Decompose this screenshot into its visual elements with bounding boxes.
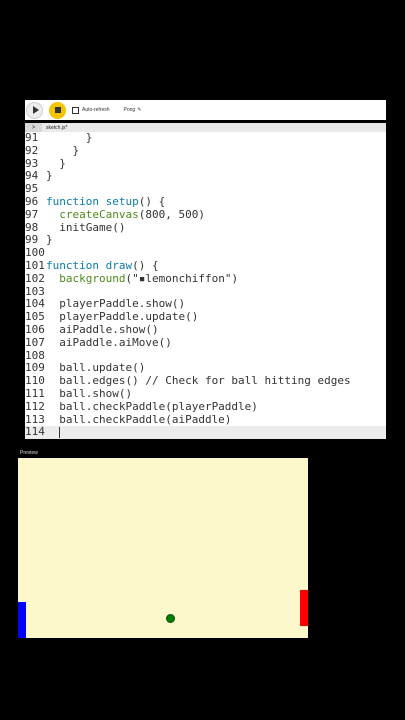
- line-number: 107: [25, 335, 45, 349]
- preview-canvas[interactable]: [18, 458, 308, 638]
- preview-label: Preview: [20, 450, 38, 456]
- code-line[interactable]: 97 createCanvas(800, 500): [25, 207, 386, 222]
- line-code: [46, 426, 61, 439]
- code-line[interactable]: 94}: [25, 170, 386, 183]
- line-code: aiPaddle.show(): [46, 322, 159, 336]
- text-cursor: [59, 426, 61, 438]
- code-line[interactable]: 107 aiPaddle.aiMove(): [25, 335, 386, 350]
- project-name-label: Pong: [123, 107, 136, 113]
- editor-toolbar: Auto-refresh Pong ✎: [25, 100, 386, 120]
- line-code: aiPaddle.aiMove(): [46, 335, 172, 349]
- line-number: 97: [25, 207, 39, 221]
- code-line[interactable]: 102 background("▪lemonchiffon"): [25, 271, 386, 286]
- code-line[interactable]: 113 ball.checkPaddle(aiPaddle): [25, 412, 386, 427]
- line-number: 92: [25, 143, 39, 157]
- code-line[interactable]: 99}: [25, 234, 386, 247]
- line-code: }: [46, 233, 53, 247]
- code-line[interactable]: 93 }: [25, 157, 386, 171]
- line-number: 106: [25, 322, 45, 336]
- line-code: }: [46, 143, 80, 157]
- stop-button[interactable]: [49, 101, 66, 119]
- ai-paddle: [300, 590, 308, 626]
- line-code: ball.checkPaddle(playerPaddle): [46, 399, 258, 413]
- code-line[interactable]: 98 initGame(): [25, 220, 386, 235]
- line-code: background("▪lemonchiffon"): [59, 271, 239, 285]
- code-editor[interactable]: 91 } 92 } 93 } 94} 95 96 function setup() {97 …: [25, 131, 386, 440]
- auto-refresh-label: Auto-refresh: [82, 107, 110, 113]
- code-line[interactable]: 112 ball.checkPaddle(playerPaddle): [25, 399, 386, 414]
- project-name[interactable]: Pong ✎: [124, 107, 142, 113]
- line-number: 102: [25, 271, 45, 285]
- line-code: }: [46, 169, 53, 183]
- line-number: 112: [25, 399, 45, 413]
- line-code: createCanvas(800, 500): [59, 207, 205, 221]
- auto-refresh-checkbox[interactable]: [72, 106, 79, 114]
- line-number: 114: [25, 425, 45, 439]
- code-line[interactable]: 91 }: [25, 131, 386, 145]
- code-line[interactable]: 106 aiPaddle.show(): [25, 322, 386, 337]
- code-line[interactable]: 111 ball.show(): [25, 386, 386, 401]
- play-icon: [32, 106, 39, 114]
- player-paddle: [18, 602, 26, 638]
- code-line[interactable]: 92 }: [25, 143, 386, 158]
- line-number: 111: [25, 386, 45, 400]
- line-code: ball.checkPaddle(aiPaddle): [46, 412, 232, 426]
- line-code: ball.show(): [46, 386, 133, 400]
- pencil-icon[interactable]: ✎: [137, 107, 141, 113]
- ball: [166, 614, 175, 623]
- file-tab-sketch[interactable]: sketch.js*: [46, 125, 67, 131]
- line-number: 101: [25, 258, 45, 272]
- stop-icon: [54, 107, 61, 113]
- play-button[interactable]: [26, 101, 43, 119]
- line-code: initGame(): [46, 220, 126, 234]
- line-number: 96: [25, 194, 39, 208]
- line-number: 91: [25, 131, 39, 144]
- line-code: }: [46, 131, 93, 144]
- code-line[interactable]: 114: [25, 425, 386, 440]
- auto-refresh-toggle[interactable]: Auto-refresh: [72, 106, 110, 114]
